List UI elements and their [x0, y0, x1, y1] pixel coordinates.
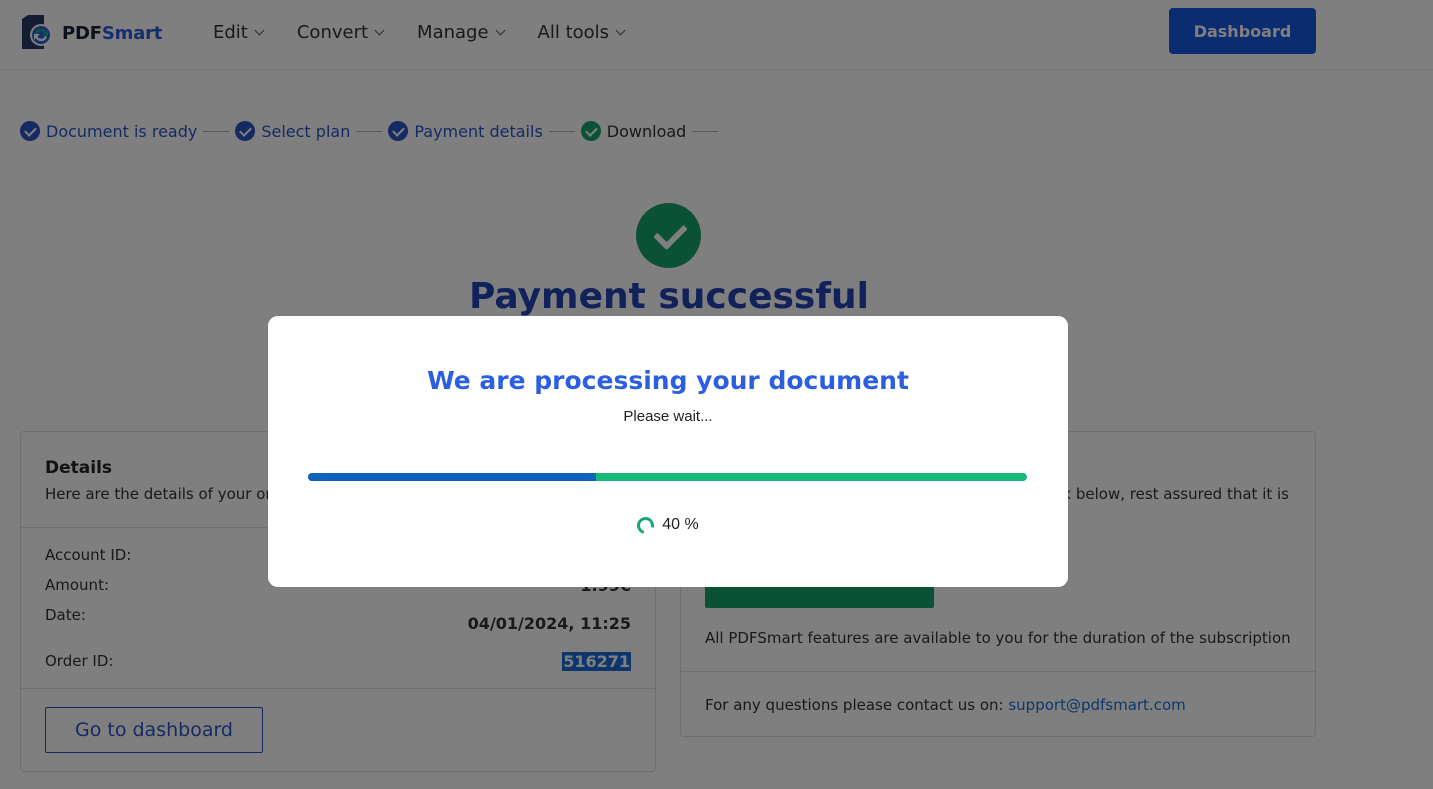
spinner-icon: [634, 513, 658, 537]
progress-bar: [308, 473, 1027, 481]
modal-subtitle: Please wait...: [623, 408, 713, 425]
progress-status: 40 %: [268, 513, 1068, 537]
modal-title: We are processing your document: [427, 366, 909, 395]
progress-percent: 40 %: [662, 516, 699, 533]
progress-fill: [308, 473, 596, 481]
processing-modal: We are processing your document Please w…: [268, 316, 1068, 587]
